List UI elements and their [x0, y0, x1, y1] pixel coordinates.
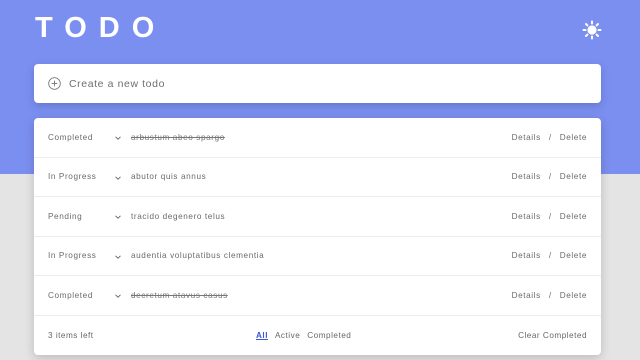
filter-completed[interactable]: Completed — [307, 331, 351, 340]
theme-toggle-button[interactable] — [582, 20, 602, 40]
delete-link[interactable]: Delete — [560, 291, 587, 300]
details-link[interactable]: Details — [512, 172, 541, 181]
delete-link[interactable]: Delete — [560, 172, 587, 181]
todo-row: Pending tracido degenero telus Details /… — [34, 197, 601, 237]
filter-group: All Active Completed — [256, 331, 351, 340]
todo-text: audentia voluptatibus clementia — [131, 251, 265, 261]
delete-link[interactable]: Delete — [560, 251, 587, 260]
clear-completed-button[interactable]: Clear Completed — [518, 331, 587, 340]
create-todo-placeholder: Create a new todo — [69, 77, 166, 90]
action-separator: / — [548, 172, 552, 182]
action-separator: / — [548, 251, 552, 261]
details-link[interactable]: Details — [512, 212, 541, 221]
chevron-down-icon[interactable] — [114, 292, 122, 300]
action-separator: / — [548, 211, 552, 221]
delete-link[interactable]: Delete — [560, 133, 587, 142]
todo-text: decretum atavus casus — [131, 290, 228, 300]
app-title: TODO — [35, 12, 167, 44]
status-select[interactable]: In Progress — [48, 251, 118, 260]
action-separator: / — [548, 290, 552, 300]
todo-list: Completed arbustum abeo spargo Details /… — [34, 118, 601, 355]
delete-link[interactable]: Delete — [560, 212, 587, 221]
list-footer: 3 items left All Active Completed Clear … — [34, 316, 601, 355]
chevron-down-icon[interactable] — [114, 174, 122, 182]
todo-text: tracido degenero telus — [131, 211, 226, 221]
todo-text: arbustum abeo spargo — [131, 132, 225, 142]
chevron-down-icon[interactable] — [114, 213, 122, 221]
filter-all[interactable]: All — [256, 331, 268, 340]
status-select[interactable]: Completed — [48, 291, 118, 300]
todo-row: In Progress abutor quis annus Details / … — [34, 158, 601, 197]
todo-row: Completed decretum atavus casus Details … — [34, 276, 601, 316]
details-link[interactable]: Details — [512, 133, 541, 142]
details-link[interactable]: Details — [512, 251, 541, 260]
todo-text: abutor quis annus — [131, 172, 207, 182]
chevron-down-icon[interactable] — [114, 253, 122, 261]
todo-row: Completed arbustum abeo spargo Details /… — [34, 118, 601, 158]
action-separator: / — [548, 132, 552, 142]
todo-row: In Progress audentia voluptatibus clemen… — [34, 237, 601, 276]
create-todo-input[interactable]: Create a new todo — [34, 64, 601, 103]
sun-icon — [582, 20, 602, 40]
filter-active[interactable]: Active — [275, 331, 300, 340]
status-select[interactable]: In Progress — [48, 172, 118, 181]
chevron-down-icon[interactable] — [114, 134, 122, 142]
add-circle-icon[interactable] — [48, 77, 61, 90]
status-select[interactable]: Pending — [48, 212, 118, 221]
status-select[interactable]: Completed — [48, 133, 118, 142]
items-left-count: 3 items left — [48, 330, 94, 340]
details-link[interactable]: Details — [512, 291, 541, 300]
